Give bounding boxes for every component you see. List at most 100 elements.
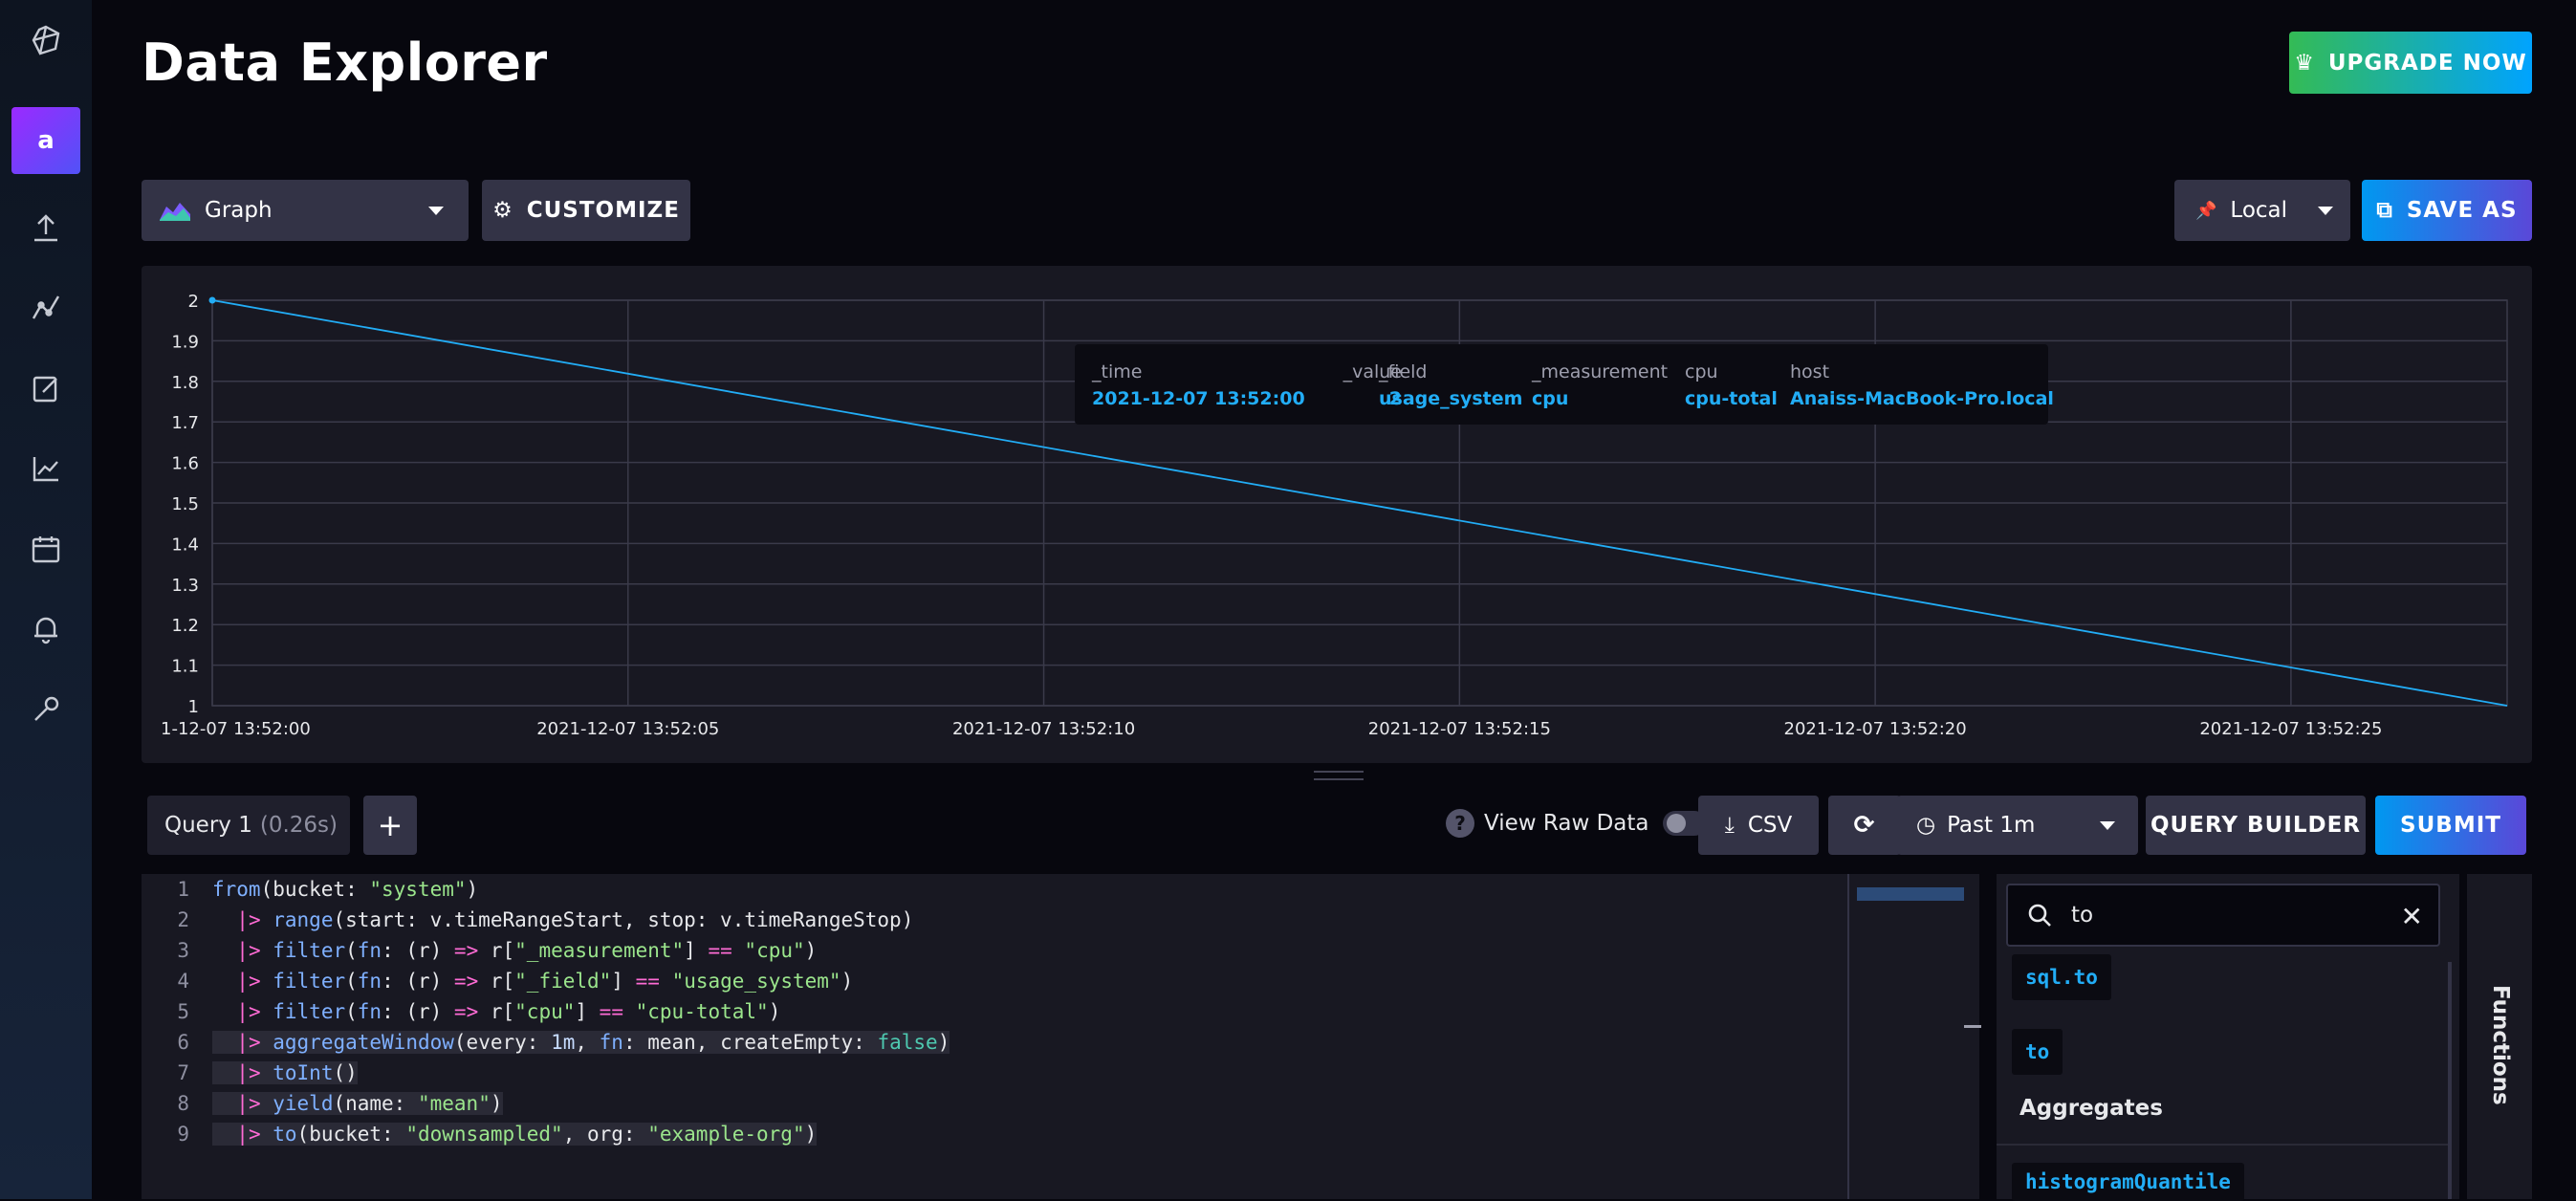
customize-button[interactable]: ⚙ CUSTOMIZE [482, 180, 690, 241]
logo-icon[interactable] [27, 21, 65, 59]
code-text: |> to(bucket: "downsampled", org: "examp… [212, 1123, 818, 1146]
function-search-value: to [2071, 903, 2094, 928]
function-item-label: histogramQuantile [2025, 1170, 2231, 1193]
dashboard-icon[interactable] [27, 449, 65, 488]
code-line[interactable]: 7 |> toInt() [142, 1058, 1844, 1088]
save-as-button[interactable]: ⧉ SAVE AS [2362, 180, 2532, 241]
refresh-icon: ⟳ [1853, 811, 1876, 840]
code-text: |> filter(fn: (r) => r["_field"] == "usa… [236, 970, 854, 993]
code-line[interactable]: 9 |> to(bucket: "downsampled", org: "exa… [142, 1119, 1844, 1149]
line-number: 9 [177, 1123, 189, 1146]
code-line[interactable]: 3 |> filter(fn: (r) => r["_measurement"]… [142, 935, 1844, 966]
graph-panel[interactable]: 2 1.9 1.8 1.7 1.6 1.5 1.4 1.3 1.2 1.1 1 1-12-07 13:… [142, 266, 2532, 763]
tooltip-col-cpu: cpu cpu-total [1685, 361, 1778, 409]
functions-scrollbar[interactable] [2448, 962, 2452, 1199]
code-line[interactable]: 1 from(bucket: "system") [142, 874, 1844, 905]
code-line[interactable]: 4 |> filter(fn: (r) => r["_field"] == "u… [142, 966, 1844, 996]
gear-icon: ⚙ [492, 198, 513, 223]
function-item[interactable]: to [2012, 1029, 2063, 1075]
tooltip-value: usage_system [1379, 388, 1523, 409]
alerts-icon[interactable] [27, 610, 65, 648]
code-line[interactable]: 6 |> aggregateWindow(every: 1m, fn: mean… [142, 1027, 1844, 1058]
tooltip-value: Anaiss-MacBook-Pro.local [1790, 388, 2054, 409]
upgrade-now-label: UPGRADE NOW [2327, 50, 2527, 76]
tasks-icon[interactable] [27, 530, 65, 568]
tooltip-col-host: host Anaiss-MacBook-Pro.local [1790, 361, 2054, 409]
tooltip-header: _time [1092, 361, 1143, 382]
editor-minimap-divider [1847, 874, 1849, 1199]
function-item[interactable]: histogramQuantile [2012, 1163, 2244, 1201]
view-raw-data-control[interactable]: ? View Raw Data [1446, 809, 1707, 838]
y-tick-label: 1.4 [171, 535, 199, 555]
x-tick-label: 2021-12-07 13:52:25 [2199, 719, 2382, 739]
avatar[interactable]: a [11, 107, 80, 174]
line-number: 6 [177, 1031, 189, 1054]
code-text: |> yield(name: "mean") [212, 1092, 503, 1115]
query-tab[interactable]: Query 1 (0.26s) [147, 796, 350, 855]
settings-icon[interactable] [27, 690, 65, 729]
x-tick-label: 2021-12-07 13:52:15 [1368, 719, 1551, 739]
close-icon[interactable]: ✕ [2401, 901, 2423, 932]
line-number: 7 [177, 1061, 189, 1084]
time-range-dropdown[interactable]: ◷ Past 1m [1897, 796, 2138, 855]
y-tick-label: 1.7 [171, 413, 199, 433]
timezone-dropdown[interactable]: 📌 Local [2174, 180, 2350, 241]
line-number: 8 [177, 1092, 189, 1115]
line-number: 2 [177, 908, 189, 931]
search-icon [2028, 904, 2051, 927]
y-tick-label: 1 [188, 697, 199, 717]
tooltip-header: _field [1379, 361, 1428, 382]
line-number: 4 [177, 970, 189, 993]
y-tick-label: 1.6 [171, 454, 199, 474]
data-explorer-icon[interactable] [27, 289, 65, 327]
function-item-label: to [2025, 1040, 2050, 1063]
flux-editor[interactable]: 1 from(bucket: "system") 2 |> range(star… [142, 874, 1979, 1199]
editor-minimap-viewport[interactable] [1857, 887, 1964, 901]
sidebar: a [0, 0, 92, 1199]
graph-type-dropdown[interactable]: Graph [142, 180, 469, 241]
code-text: |> range(start: v.timeRangeStart, stop: … [236, 908, 914, 931]
code-line[interactable]: 5 |> filter(fn: (r) => r["cpu"] == "cpu-… [142, 996, 1844, 1027]
tooltip-header: host [1790, 361, 1830, 382]
time-range-label: Past 1m [1947, 813, 2036, 838]
code-line[interactable]: 8 |> yield(name: "mean") [142, 1088, 1844, 1119]
function-category-heading: Aggregates [2019, 1096, 2163, 1121]
y-tick-label: 1.3 [171, 576, 199, 596]
submit-label: SUBMIT [2400, 813, 2501, 838]
line-chart[interactable]: 2 1.9 1.8 1.7 1.6 1.5 1.4 1.3 1.2 1.1 11-12-07 13:… [142, 266, 2532, 763]
tooltip-value: 2021-12-07 13:52:00 [1092, 388, 1305, 409]
refresh-button[interactable]: ⟳ [1828, 796, 1901, 855]
add-query-button[interactable]: + [363, 796, 417, 855]
panel-resize-handle[interactable] [1314, 771, 1364, 780]
save-as-label: SAVE AS [2406, 198, 2518, 223]
upgrade-now-button[interactable]: ♛ UPGRADE NOW [2289, 32, 2532, 94]
tooltip-col-measurement: _measurement cpu [1532, 361, 1668, 409]
functions-tab-label: Functions [2488, 985, 2513, 1105]
function-search-input[interactable]: to ✕ [2006, 884, 2440, 947]
query-builder-label: QUERY BUILDER [2150, 813, 2361, 838]
page-title: Data Explorer [142, 33, 548, 93]
notebook-icon[interactable] [27, 369, 65, 407]
code-text: |> filter(fn: (r) => r["_measurement"] =… [236, 939, 818, 962]
help-icon[interactable]: ? [1446, 809, 1474, 838]
query-builder-button[interactable]: QUERY BUILDER [2146, 796, 2366, 855]
submit-button[interactable]: SUBMIT [2375, 796, 2526, 855]
chevron-down-icon [428, 207, 444, 215]
tooltip-header: _measurement [1532, 361, 1669, 382]
function-item[interactable]: sql.to [2012, 954, 2111, 1000]
csv-label: CSV [1747, 813, 1793, 838]
graph-type-icon [160, 203, 190, 221]
crown-icon: ♛ [2294, 50, 2315, 76]
y-tick-label: 1.5 [171, 494, 199, 514]
pin-icon: 📌 [2195, 200, 2217, 221]
upload-icon[interactable] [27, 208, 65, 247]
customize-label: CUSTOMIZE [526, 198, 680, 223]
code-line[interactable]: 2 |> range(start: v.timeRangeStart, stop… [142, 905, 1844, 935]
query-tab-time: (0.26s) [259, 813, 338, 838]
code-text: |> aggregateWindow(every: 1m, fn: mean, … [212, 1031, 950, 1054]
editor-scroll-marker [1964, 1025, 1981, 1028]
y-tick-label: 1.1 [171, 657, 199, 677]
csv-download-button[interactable]: ⤓ CSV [1698, 796, 1819, 855]
x-tick-label: 1-12-07 13:52:00 [161, 719, 311, 739]
tooltip-value: cpu-total [1685, 388, 1778, 409]
